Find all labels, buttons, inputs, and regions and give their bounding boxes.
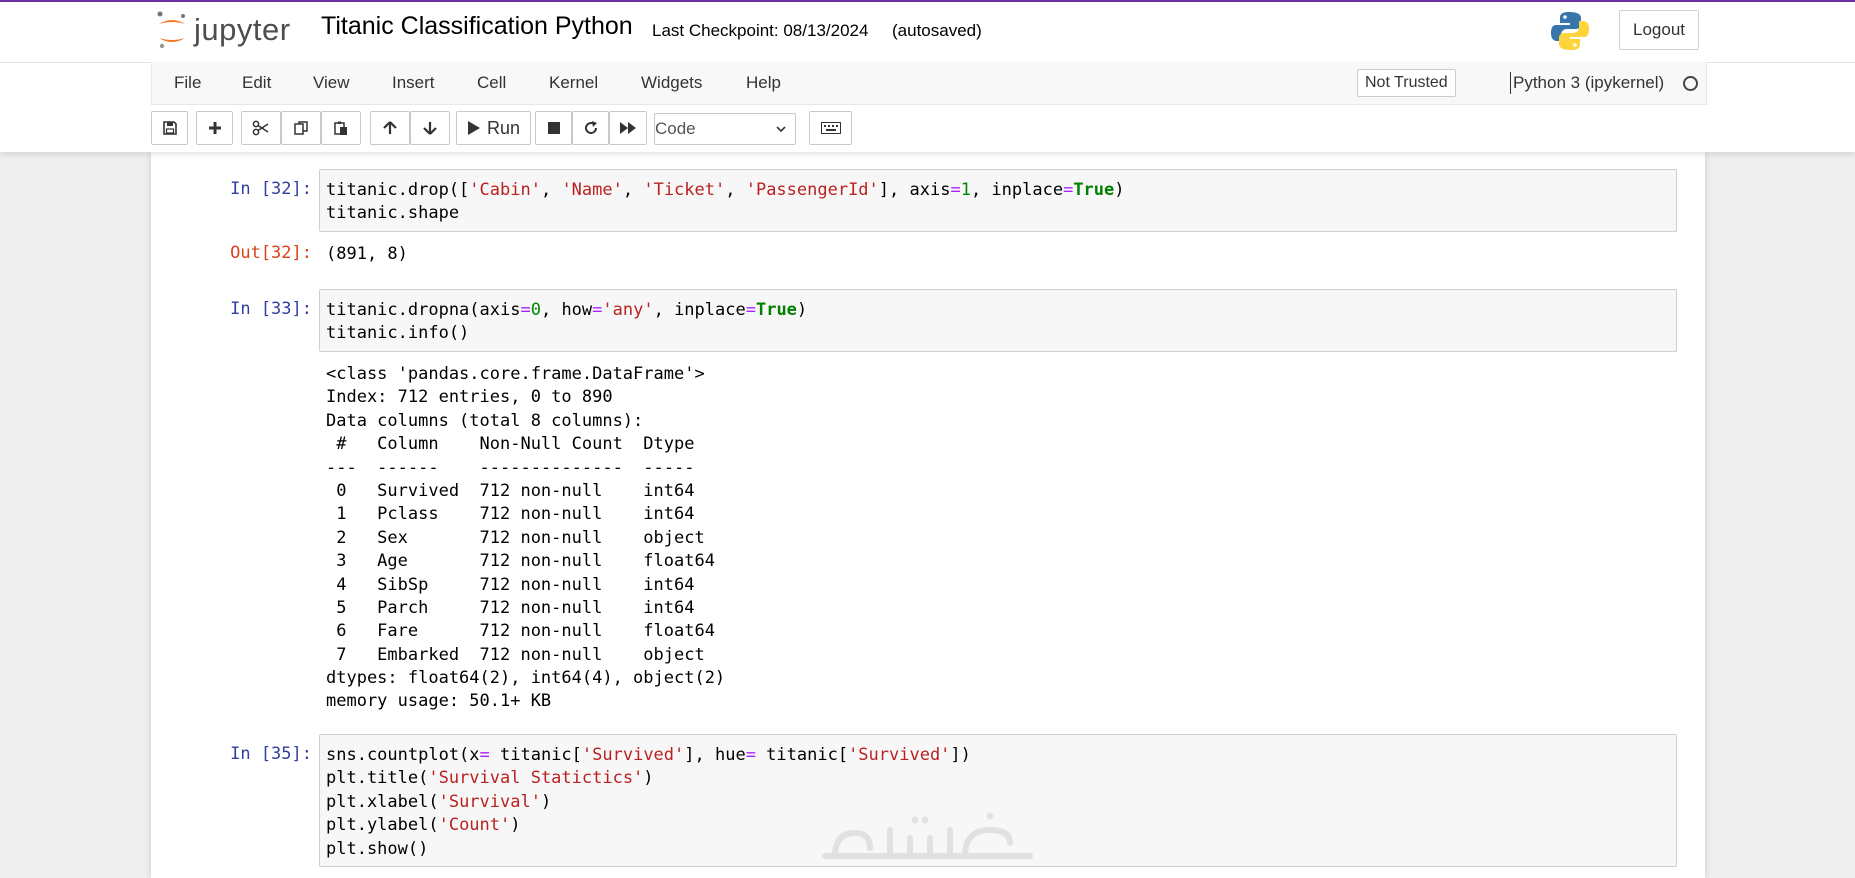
kernel-name[interactable]: Python 3 (ipykernel) <box>1513 73 1664 93</box>
khamsat-watermark-logo <box>822 812 1033 859</box>
output-line: 0 Survived 712 non-null int64 <box>326 480 715 501</box>
notebook-title[interactable]: Titanic Classification Python <box>321 12 633 41</box>
output-line: 3 Age 712 non-null float64 <box>326 551 715 572</box>
keyboard-icon <box>820 122 841 134</box>
paste-button[interactable] <box>321 111 361 145</box>
python-logo-icon <box>1551 12 1589 50</box>
cell-type-value: Code <box>655 119 696 138</box>
menu-insert[interactable]: Insert <box>392 73 435 93</box>
menu-widgets[interactable]: Widgets <box>641 73 702 93</box>
menu-edit[interactable]: Edit <box>242 73 271 93</box>
move-down-button[interactable] <box>410 111 450 145</box>
cell-output-info: <class 'pandas.core.frame.DataFrame'> Ind… <box>326 363 725 714</box>
code-cell-input[interactable]: titanic.dropna(axis=0, how='any', inplac… <box>319 289 1677 352</box>
stop-icon <box>547 122 560 134</box>
plus-icon <box>208 122 221 134</box>
run-button[interactable]: Run <box>456 111 531 145</box>
output-prompt: Out[32]: <box>230 243 312 263</box>
output-line: 4 SibSp 712 non-null int64 <box>326 574 715 595</box>
chevron-down-icon <box>776 126 786 133</box>
arrow-up-icon <box>383 121 397 134</box>
jupyter-logo-text: jupyter <box>194 12 291 47</box>
input-prompt: In [32]: <box>230 179 312 199</box>
interrupt-button[interactable] <box>535 111 572 145</box>
autosave-status: (autosaved) <box>892 21 982 40</box>
output-line: 5 Parch 712 non-null int64 <box>326 597 715 618</box>
fast-forward-icon <box>620 122 636 134</box>
save-button[interactable] <box>151 111 188 145</box>
jupyter-logo[interactable]: jupyter <box>156 10 291 50</box>
paste-icon <box>334 121 347 135</box>
cell-type-select[interactable]: Code <box>654 113 796 145</box>
menu-kernel[interactable]: Kernel <box>549 73 598 93</box>
run-label: Run <box>486 117 521 138</box>
jupyter-logo-icon <box>157 11 185 49</box>
save-icon <box>162 121 177 135</box>
restart-button[interactable] <box>572 111 609 145</box>
restart-icon <box>584 121 597 134</box>
input-prompt: In [35]: <box>230 744 312 764</box>
logout-button[interactable]: Logout <box>1619 10 1699 50</box>
run-icon <box>467 121 480 135</box>
copy-icon <box>294 121 308 135</box>
arrow-down-icon <box>423 122 437 135</box>
output-line: # Column Non-Null Count Dtype <box>326 434 715 455</box>
output-line: 6 Fare 712 non-null float64 <box>326 621 715 642</box>
menu-file[interactable]: File <box>174 73 201 93</box>
insert-cell-button[interactable] <box>196 111 233 145</box>
command-palette-button[interactable] <box>809 111 852 145</box>
menu-cell[interactable]: Cell <box>477 73 506 93</box>
kernel-divider <box>1510 72 1511 94</box>
cell-output: (891, 8) <box>326 244 408 264</box>
move-up-button[interactable] <box>370 111 410 145</box>
copy-button[interactable] <box>281 111 321 145</box>
output-line: 1 Pclass 712 non-null int64 <box>326 504 715 525</box>
output-line: Index: 712 entries, 0 to 890 <box>326 387 613 408</box>
output-line: --- ------ -------------- ----- <box>326 457 715 478</box>
menu-help[interactable]: Help <box>746 73 781 93</box>
restart-run-all-button[interactable] <box>609 111 647 145</box>
output-line: 2 Sex 712 non-null object <box>326 527 715 548</box>
cut-icon <box>252 120 269 136</box>
menu-view[interactable]: View <box>313 73 350 93</box>
cut-button[interactable] <box>241 111 281 145</box>
output-line: <class 'pandas.core.frame.DataFrame'> <box>326 364 705 384</box>
kernel-idle-indicator-icon <box>1683 76 1698 91</box>
notebook-header: jupyter Titanic Classification Python La… <box>0 0 1855 152</box>
menu-bar: File Edit View Insert Cell Kernel Widget… <box>151 62 1707 105</box>
output-line: dtypes: float64(2), int64(4), object(2) <box>326 668 726 689</box>
code-cell-input[interactable]: titanic.drop(['Cabin', 'Name', 'Ticket',… <box>319 169 1677 232</box>
output-line: memory usage: 50.1+ KB <box>326 691 552 712</box>
checkpoint-status: Last Checkpoint: 08/13/2024 <box>652 21 869 40</box>
output-line: Data columns (total 8 columns): <box>326 410 644 431</box>
title-bar: jupyter Titanic Classification Python La… <box>0 2 1855 63</box>
not-trusted-button[interactable]: Not Trusted <box>1357 69 1456 97</box>
input-prompt: In [33]: <box>230 299 312 319</box>
output-line: 7 Embarked 712 non-null object <box>326 644 715 665</box>
